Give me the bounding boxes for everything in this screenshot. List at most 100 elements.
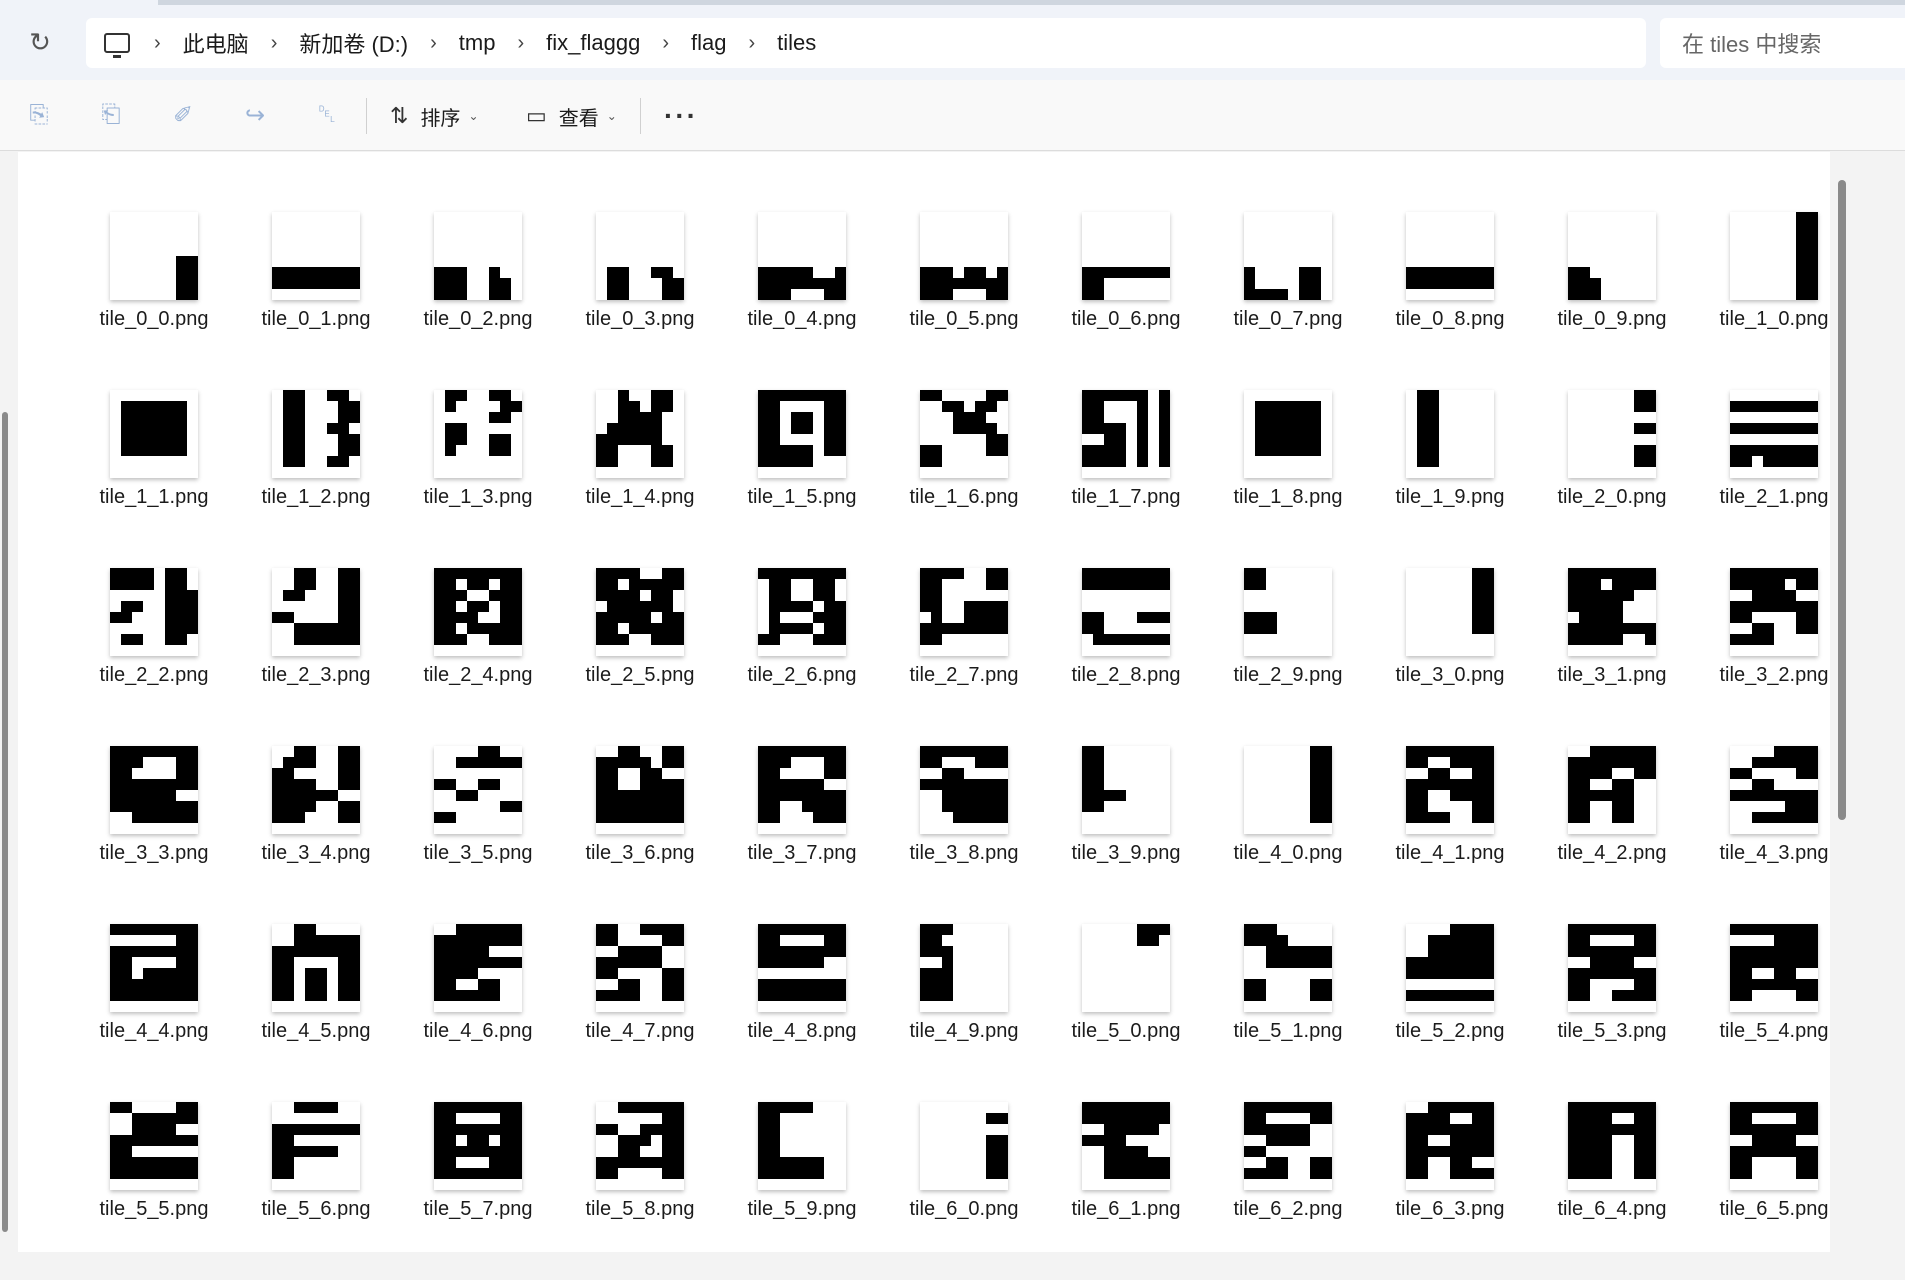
file-item[interactable]: tile_6_0.png — [883, 1102, 1045, 1280]
file-item[interactable]: tile_4_6.png — [397, 924, 559, 1102]
chevron-right-icon[interactable]: › — [662, 32, 669, 55]
file-item[interactable]: tile_5_5.png — [73, 1102, 235, 1280]
file-item[interactable]: tile_5_3.png — [1531, 924, 1693, 1102]
rename-icon[interactable]: ✐ — [168, 100, 198, 130]
view-button[interactable]: ▭ 查看 ⌄ — [526, 98, 617, 134]
breadcrumb-flag[interactable]: flag — [691, 30, 726, 56]
navigation-pane-scrollbar[interactable] — [2, 412, 8, 1232]
file-item[interactable]: tile_1_2.png — [235, 390, 397, 568]
file-name: tile_1_4.png — [585, 486, 695, 508]
breadcrumb-this-pc[interactable]: 此电脑 — [183, 27, 249, 59]
file-item[interactable]: tile_1_6.png — [883, 390, 1045, 568]
chevron-right-icon[interactable]: › — [517, 32, 524, 55]
file-item[interactable]: tile_0_9.png — [1531, 212, 1693, 390]
file-item[interactable]: tile_4_1.png — [1369, 746, 1531, 924]
paste-icon[interactable]: ⎗ — [96, 100, 126, 130]
file-item[interactable]: tile_3_9.png — [1045, 746, 1207, 924]
file-item[interactable]: tile_4_2.png — [1531, 746, 1693, 924]
file-item[interactable]: tile_5_8.png — [559, 1102, 721, 1280]
search-input[interactable]: 在 tiles 中搜索 — [1660, 18, 1905, 68]
file-item[interactable]: tile_5_6.png — [235, 1102, 397, 1280]
file-item[interactable]: tile_5_2.png — [1369, 924, 1531, 1102]
breadcrumb-tiles[interactable]: tiles — [777, 30, 816, 56]
file-item[interactable]: tile_3_3.png — [73, 746, 235, 924]
file-item[interactable]: tile_4_8.png — [721, 924, 883, 1102]
chevron-right-icon[interactable]: › — [430, 32, 437, 55]
file-item[interactable]: tile_2_2.png — [73, 568, 235, 746]
file-item[interactable]: tile_0_0.png — [73, 212, 235, 390]
file-item[interactable]: tile_4_7.png — [559, 924, 721, 1102]
file-item[interactable]: tile_1_3.png — [397, 390, 559, 568]
file-item[interactable]: tile_0_8.png — [1369, 212, 1531, 390]
more-options-button[interactable]: ··· — [664, 100, 698, 132]
file-thumbnail — [434, 390, 522, 478]
file-item[interactable]: tile_2_8.png — [1045, 568, 1207, 746]
file-name: tile_1_3.png — [423, 486, 533, 508]
file-item[interactable]: tile_6_1.png — [1045, 1102, 1207, 1280]
file-item[interactable]: tile_3_8.png — [883, 746, 1045, 924]
file-item[interactable]: tile_3_1.png — [1531, 568, 1693, 746]
file-item[interactable]: tile_6_3.png — [1369, 1102, 1531, 1280]
sort-button[interactable]: ⇅ 排序 ⌄ — [390, 98, 479, 134]
chevron-right-icon[interactable]: › — [271, 32, 278, 55]
file-thumbnail — [1082, 1102, 1170, 1190]
delete-icon[interactable]: ␡ — [312, 100, 342, 130]
file-item[interactable]: tile_4_4.png — [73, 924, 235, 1102]
file-item[interactable]: tile_3_6.png — [559, 746, 721, 924]
file-item[interactable]: tile_2_6.png — [721, 568, 883, 746]
file-thumbnail — [1568, 746, 1656, 834]
file-item[interactable]: tile_2_7.png — [883, 568, 1045, 746]
file-item[interactable]: tile_3_0.png — [1369, 568, 1531, 746]
breadcrumb-fix-flaggg[interactable]: fix_flaggg — [546, 30, 640, 56]
file-item[interactable]: tile_1_9.png — [1369, 390, 1531, 568]
chevron-right-icon[interactable]: › — [154, 32, 161, 55]
file-item[interactable]: tile_2_4.png — [397, 568, 559, 746]
vertical-scrollbar[interactable] — [1830, 152, 1852, 1252]
file-item[interactable]: tile_1_7.png — [1045, 390, 1207, 568]
breadcrumb-drive-d[interactable]: 新加卷 (D:) — [299, 27, 408, 59]
file-item[interactable]: tile_3_7.png — [721, 746, 883, 924]
file-name: tile_0_3.png — [585, 308, 695, 330]
breadcrumb-tmp[interactable]: tmp — [459, 30, 496, 56]
file-thumbnail — [1730, 212, 1818, 300]
file-thumbnail — [596, 390, 684, 478]
file-item[interactable]: tile_2_3.png — [235, 568, 397, 746]
file-item[interactable]: tile_0_1.png — [235, 212, 397, 390]
file-name: tile_0_4.png — [747, 308, 857, 330]
file-item[interactable]: tile_0_6.png — [1045, 212, 1207, 390]
file-item[interactable]: tile_4_9.png — [883, 924, 1045, 1102]
file-item[interactable]: tile_4_0.png — [1207, 746, 1369, 924]
file-item[interactable]: tile_1_5.png — [721, 390, 883, 568]
file-thumbnail — [110, 1102, 198, 1190]
file-thumbnail — [1244, 568, 1332, 656]
file-item[interactable]: tile_2_9.png — [1207, 568, 1369, 746]
file-item[interactable]: tile_5_7.png — [397, 1102, 559, 1280]
copy-icon[interactable]: ⎘ — [24, 100, 54, 130]
file-item[interactable]: tile_3_5.png — [397, 746, 559, 924]
file-item[interactable]: tile_1_4.png — [559, 390, 721, 568]
file-item[interactable]: tile_5_1.png — [1207, 924, 1369, 1102]
file-item[interactable]: tile_0_2.png — [397, 212, 559, 390]
scrollbar-thumb[interactable] — [1838, 180, 1846, 820]
file-item[interactable]: tile_4_5.png — [235, 924, 397, 1102]
address-bar[interactable]: › 此电脑 › 新加卷 (D:) › tmp › fix_flaggg › fl… — [86, 18, 1646, 68]
file-item[interactable]: tile_6_4.png — [1531, 1102, 1693, 1280]
file-item[interactable]: tile_1_1.png — [73, 390, 235, 568]
file-item[interactable]: tile_3_4.png — [235, 746, 397, 924]
file-item[interactable]: tile_1_8.png — [1207, 390, 1369, 568]
file-item[interactable]: tile_0_5.png — [883, 212, 1045, 390]
file-item[interactable]: tile_5_9.png — [721, 1102, 883, 1280]
file-item[interactable]: tile_6_2.png — [1207, 1102, 1369, 1280]
file-item[interactable]: tile_5_0.png — [1045, 924, 1207, 1102]
file-item[interactable]: tile_0_3.png — [559, 212, 721, 390]
file-item[interactable]: tile_2_0.png — [1531, 390, 1693, 568]
chevron-right-icon[interactable]: › — [749, 32, 756, 55]
file-name: tile_4_6.png — [423, 1020, 533, 1042]
file-item[interactable]: tile_2_5.png — [559, 568, 721, 746]
file-item[interactable]: tile_0_4.png — [721, 212, 883, 390]
share-icon[interactable]: ↪ — [240, 100, 270, 130]
computer-icon[interactable] — [104, 33, 130, 58]
file-item[interactable]: tile_0_7.png — [1207, 212, 1369, 390]
file-name: tile_2_0.png — [1557, 486, 1667, 508]
refresh-icon[interactable]: ↻ — [22, 24, 58, 60]
